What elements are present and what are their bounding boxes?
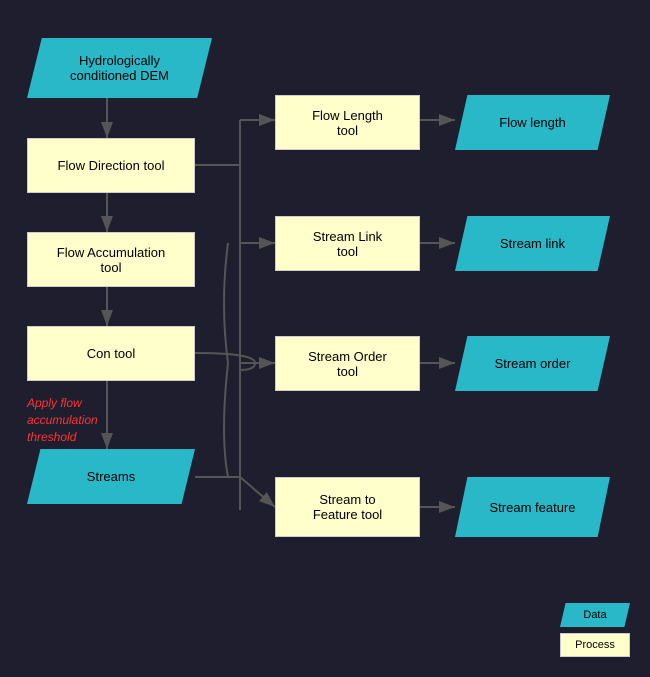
legend-process-item: Process [560,633,630,657]
flow-length-output-label: Flow length [499,115,565,130]
streams-shape: Streams [27,449,195,504]
stream-order-output-label: Stream order [495,356,571,371]
streams-label: Streams [87,469,135,484]
flow-length-tool-shape: Flow Length tool [275,95,420,150]
stream-order-tool-label: Stream Order tool [308,349,387,379]
diagram: Hydrologically conditioned DEM Flow Dire… [0,0,650,677]
legend-data-label: Data [583,609,606,621]
legend-process-label: Process [575,639,615,651]
stream-feature-output-shape: Stream feature [455,477,610,537]
flow-accumulation-shape: Flow Accumulation tool [27,232,195,287]
con-tool-shape: Con tool [27,326,195,381]
stream-feature-output-label: Stream feature [490,500,576,515]
stream-to-feature-tool-shape: Stream to Feature tool [275,477,420,537]
flow-direction-label: Flow Direction tool [58,158,165,173]
flow-length-tool-label: Flow Length tool [312,108,383,138]
legend-data-shape: Data [560,603,630,627]
annotation-text: Apply flowaccumulationthreshold [27,395,98,445]
flow-accumulation-label: Flow Accumulation tool [57,245,165,275]
stream-link-output-label: Stream link [500,236,565,251]
legend-process-shape: Process [560,633,630,657]
stream-link-tool-label: Stream Link tool [313,229,382,259]
flow-direction-shape: Flow Direction tool [27,138,195,193]
stream-link-output-shape: Stream link [455,216,610,271]
stream-to-feature-tool-label: Stream to Feature tool [313,492,382,522]
hydro-dem-label: Hydrologically conditioned DEM [70,53,169,83]
legend: Data Process [560,603,630,657]
stream-order-output-shape: Stream order [455,336,610,391]
flow-length-output-shape: Flow length [455,95,610,150]
stream-link-tool-shape: Stream Link tool [275,216,420,271]
stream-order-tool-shape: Stream Order tool [275,336,420,391]
legend-data-item: Data [560,603,630,627]
con-tool-label: Con tool [87,346,135,361]
hydro-dem-shape: Hydrologically conditioned DEM [27,38,212,98]
